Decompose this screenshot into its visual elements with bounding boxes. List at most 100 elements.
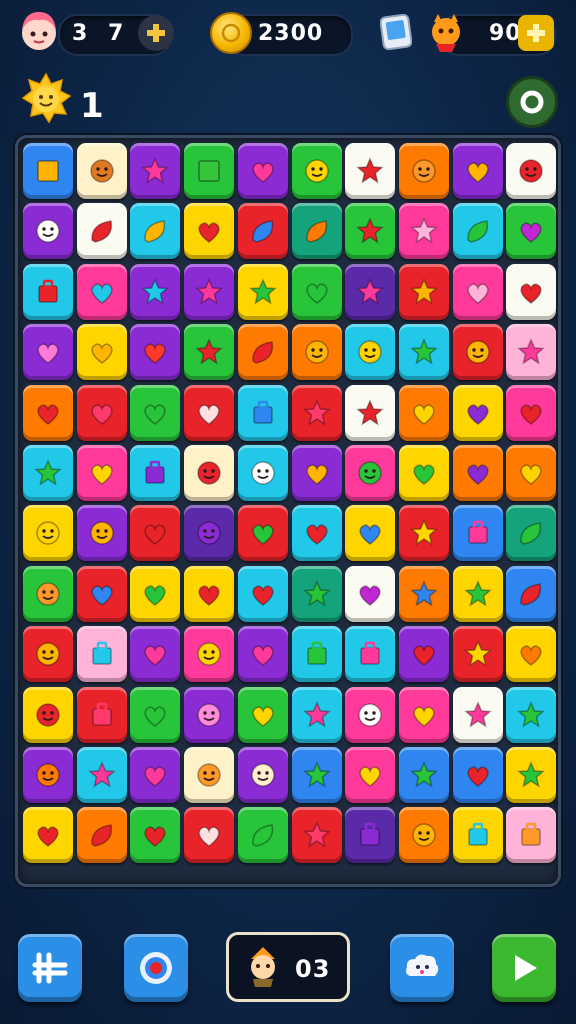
booster-button[interactable]	[390, 934, 454, 1002]
tile-star[interactable]	[398, 263, 449, 320]
tile-star[interactable]	[291, 565, 342, 622]
gems-plus-button[interactable]	[518, 15, 554, 51]
tile-heart[interactable]	[130, 565, 181, 622]
tile-box[interactable]	[452, 807, 503, 864]
tile-star[interactable]	[506, 686, 557, 743]
tile-star[interactable]	[291, 384, 342, 441]
tile-face[interactable]	[184, 747, 235, 803]
tile-square[interactable]	[184, 143, 235, 199]
tile-box[interactable]	[452, 505, 503, 562]
tile-heart[interactable]	[398, 686, 449, 743]
tile-star[interactable]	[237, 263, 288, 320]
tile-heart[interactable]	[130, 747, 181, 803]
tablet-icon[interactable]	[379, 13, 413, 51]
tile-face[interactable]	[237, 747, 288, 803]
tile-box[interactable]	[23, 263, 73, 320]
tile-face[interactable]	[506, 143, 557, 199]
tile-heart[interactable]	[237, 686, 288, 743]
tile-heart[interactable]	[237, 565, 288, 622]
tile-heart[interactable]	[130, 626, 181, 683]
tile-heart[interactable]	[23, 384, 73, 441]
tile-face[interactable]	[398, 143, 449, 199]
tile-star[interactable]	[345, 143, 396, 199]
tile-star[interactable]	[398, 505, 449, 562]
lives-plus-button[interactable]	[138, 15, 174, 51]
tile-star[interactable]	[291, 747, 342, 803]
tile-face[interactable]	[76, 505, 127, 562]
tile-heart[interactable]	[237, 626, 288, 683]
tile-heart[interactable]	[237, 505, 288, 562]
tile-heart[interactable]	[452, 445, 503, 501]
tile-heart[interactable]	[184, 384, 235, 441]
tile-heart[interactable]	[398, 626, 449, 683]
tile-star[interactable]	[345, 203, 396, 260]
tile-square[interactable]	[23, 143, 73, 199]
tile-box[interactable]	[291, 626, 342, 683]
tile-star[interactable]	[130, 143, 181, 199]
target-button[interactable]	[124, 934, 188, 1002]
tile-face[interactable]	[345, 686, 396, 743]
tile-leaf[interactable]	[452, 203, 503, 260]
tile-heart[interactable]	[237, 143, 288, 199]
play-button[interactable]	[492, 934, 556, 1002]
tile-face[interactable]	[76, 143, 127, 199]
tile-leaf[interactable]	[291, 203, 342, 260]
tile-star[interactable]	[398, 565, 449, 622]
tile-face[interactable]	[23, 203, 73, 260]
tile-heart[interactable]	[291, 505, 342, 562]
tile-star[interactable]	[506, 747, 557, 803]
tile-box[interactable]	[76, 626, 127, 683]
tile-heart[interactable]	[184, 807, 235, 864]
tile-star[interactable]	[345, 263, 396, 320]
tile-face[interactable]	[23, 626, 73, 683]
tile-heart[interactable]	[291, 263, 342, 320]
tile-box[interactable]	[506, 807, 557, 864]
tile-heart[interactable]	[76, 565, 127, 622]
tile-heart[interactable]	[452, 747, 503, 803]
tile-heart[interactable]	[76, 384, 127, 441]
tile-face[interactable]	[23, 747, 73, 803]
tile-star[interactable]	[23, 445, 73, 501]
tile-star[interactable]	[452, 626, 503, 683]
tile-heart[interactable]	[184, 203, 235, 260]
tile-face[interactable]	[184, 445, 235, 501]
tile-heart[interactable]	[345, 565, 396, 622]
tile-heart[interactable]	[130, 807, 181, 864]
tile-heart[interactable]	[345, 505, 396, 562]
tile-heart[interactable]	[506, 384, 557, 441]
tile-face[interactable]	[398, 807, 449, 864]
tile-star[interactable]	[291, 686, 342, 743]
shuffle-button[interactable]	[18, 934, 82, 1002]
tile-heart[interactable]	[130, 686, 181, 743]
tile-heart[interactable]	[23, 807, 73, 864]
tile-heart[interactable]	[506, 203, 557, 260]
tile-heart[interactable]	[184, 565, 235, 622]
tile-heart[interactable]	[506, 263, 557, 320]
settings-button[interactable]	[506, 76, 558, 128]
tile-star[interactable]	[452, 565, 503, 622]
tile-heart[interactable]	[23, 324, 73, 381]
tile-star[interactable]	[76, 747, 127, 803]
tile-box[interactable]	[345, 807, 396, 864]
tile-star[interactable]	[398, 324, 449, 381]
tile-heart[interactable]	[130, 505, 181, 562]
tile-leaf[interactable]	[76, 203, 127, 260]
tile-star[interactable]	[345, 384, 396, 441]
tile-heart[interactable]	[76, 445, 127, 501]
tile-star[interactable]	[452, 686, 503, 743]
tile-face[interactable]	[23, 565, 73, 622]
tile-star[interactable]	[291, 807, 342, 864]
player-avatar[interactable]	[16, 8, 62, 54]
tile-heart[interactable]	[76, 263, 127, 320]
tile-face[interactable]	[452, 324, 503, 381]
tile-heart[interactable]	[452, 263, 503, 320]
tile-heart[interactable]	[130, 324, 181, 381]
tile-leaf[interactable]	[506, 565, 557, 622]
tile-leaf[interactable]	[237, 807, 288, 864]
tile-face[interactable]	[345, 324, 396, 381]
tile-box[interactable]	[345, 626, 396, 683]
tile-star[interactable]	[398, 747, 449, 803]
tile-face[interactable]	[237, 445, 288, 501]
tile-star[interactable]	[184, 324, 235, 381]
tile-star[interactable]	[506, 324, 557, 381]
